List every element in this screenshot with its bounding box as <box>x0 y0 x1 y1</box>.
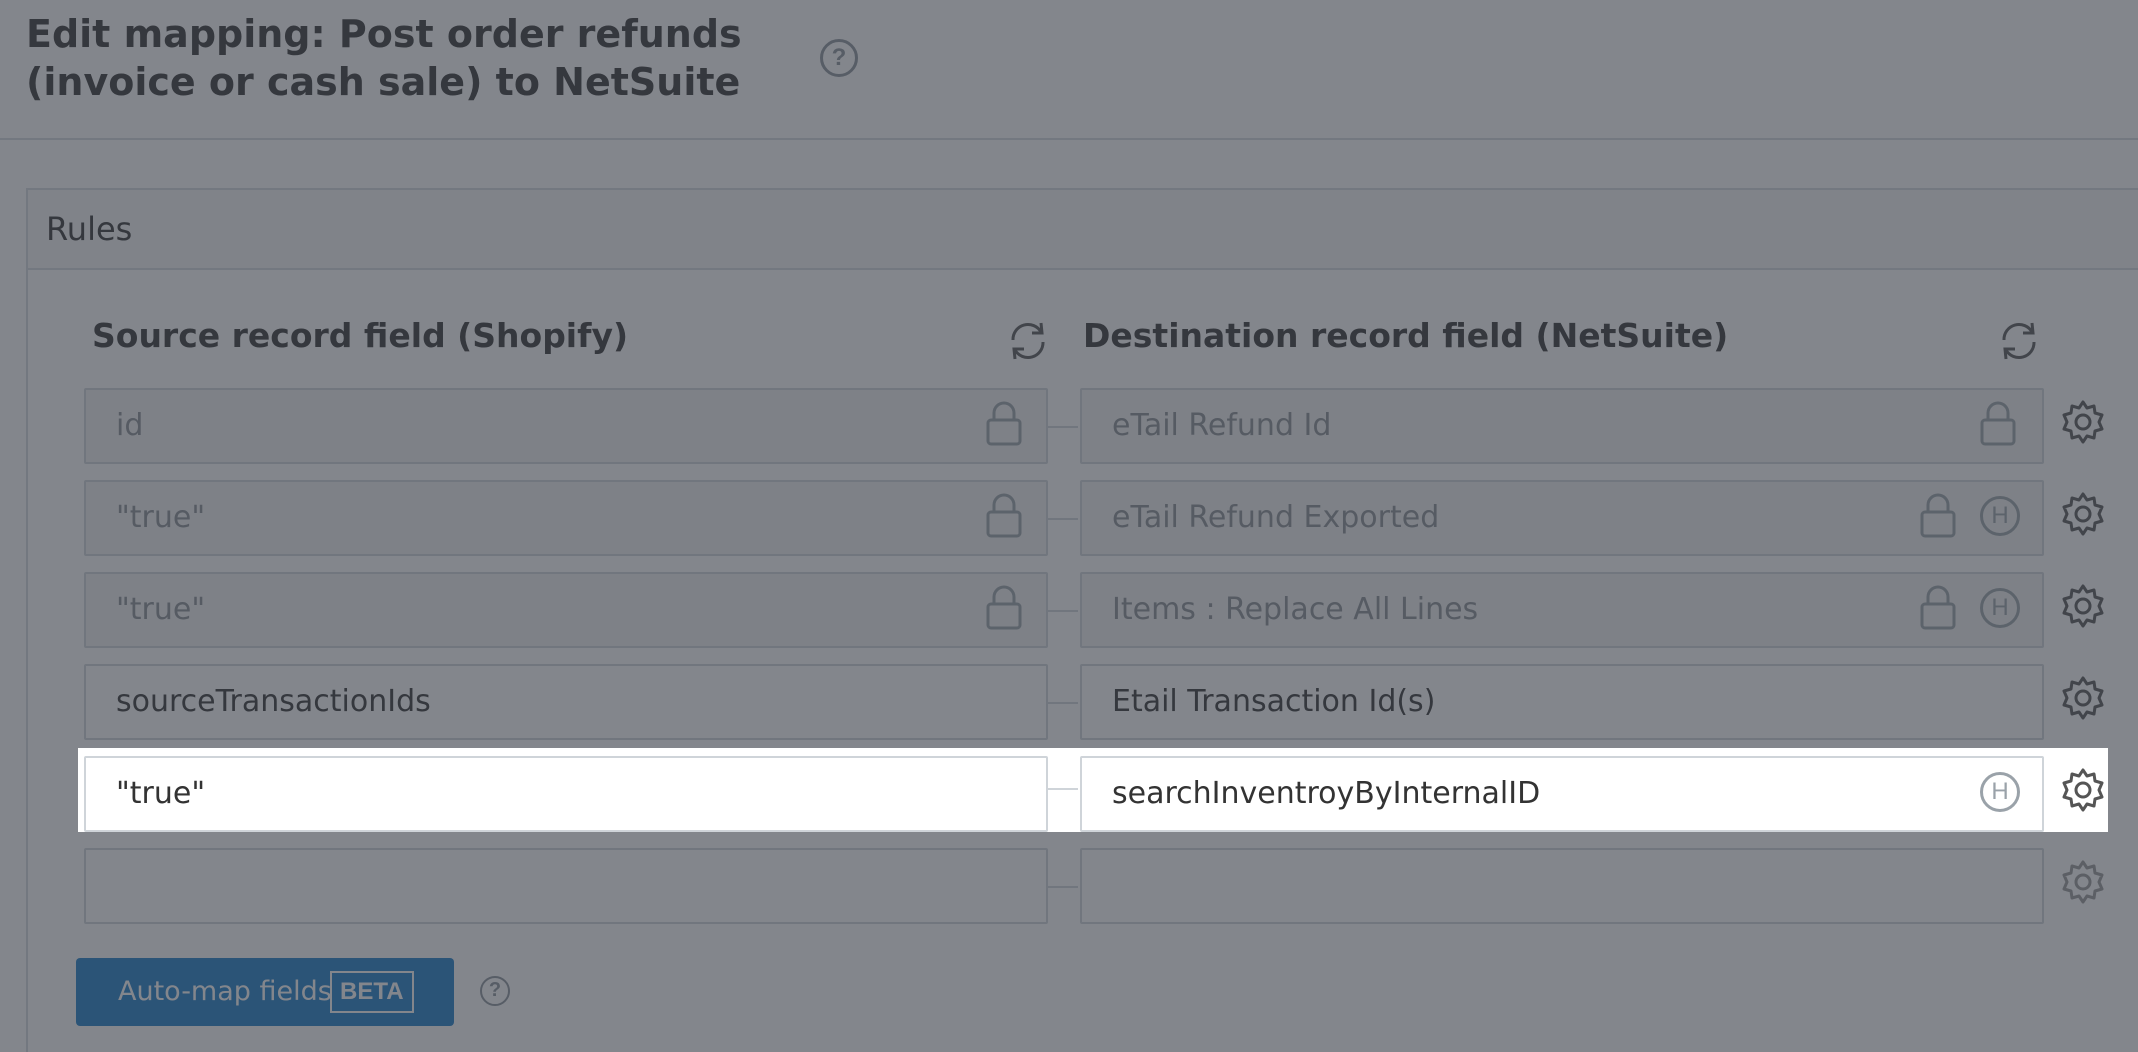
destination-field[interactable]: eTail Refund Exported H <box>1080 480 2044 556</box>
page-header: Edit mapping: Post order refunds (invoic… <box>0 0 2138 140</box>
destination-field-value: eTail Refund Id <box>1112 408 1332 443</box>
source-field-value: "true" <box>116 776 206 811</box>
destination-field-value: Etail Transaction Id(s) <box>1112 684 1436 719</box>
auto-map-label: Auto-map fields <box>118 976 332 1007</box>
help-icon[interactable]: ? <box>820 39 858 77</box>
auto-map-help-icon[interactable]: ? <box>480 976 510 1006</box>
page-title: Edit mapping: Post order refunds (invoic… <box>26 12 742 104</box>
row-connector <box>1048 702 1078 704</box>
auto-map-fields-button[interactable]: Auto-map fields BETA <box>76 958 454 1026</box>
source-field-value: "true" <box>116 500 206 535</box>
row-connector <box>1048 788 1078 790</box>
source-field[interactable]: "true" <box>84 756 1048 832</box>
lock-icon <box>986 585 1022 630</box>
destination-column-title: Destination record field (NetSuite) <box>1083 316 1729 355</box>
source-field[interactable] <box>84 848 1048 924</box>
lock-icon <box>1980 401 2016 446</box>
destination-field[interactable]: eTail Refund Id <box>1080 388 2044 464</box>
gear-icon[interactable] <box>2060 583 2106 629</box>
destination-field[interactable]: searchInventroyByInternalID H <box>1080 756 2044 832</box>
source-column-title: Source record field (Shopify) <box>92 316 629 355</box>
source-field[interactable]: "true" <box>84 572 1048 648</box>
destination-field[interactable]: Items : Replace All Lines H <box>1080 572 2044 648</box>
lock-icon <box>986 493 1022 538</box>
lock-icon <box>986 401 1022 446</box>
mapping-page: Edit mapping: Post order refunds (invoic… <box>0 0 2138 1052</box>
lock-icon <box>1920 493 1956 538</box>
destination-field[interactable] <box>1080 848 2044 924</box>
beta-badge: BETA <box>330 971 414 1013</box>
destination-field-value: eTail Refund Exported <box>1112 500 1440 535</box>
source-field[interactable]: "true" <box>84 480 1048 556</box>
lock-icon <box>1920 585 1956 630</box>
row-connector <box>1048 426 1078 428</box>
rules-title: Rules <box>46 210 133 248</box>
destination-field[interactable]: Etail Transaction Id(s) <box>1080 664 2044 740</box>
source-field[interactable]: id <box>84 388 1048 464</box>
destination-field-value: Items : Replace All Lines <box>1112 592 1479 627</box>
destination-field-value: searchInventroyByInternalID <box>1112 776 1541 811</box>
gear-icon[interactable] <box>2060 859 2106 905</box>
row-connector <box>1048 610 1078 612</box>
h-badge-icon: H <box>1980 588 2020 628</box>
h-badge-icon: H <box>1980 772 2020 812</box>
source-field-value: "true" <box>116 592 206 627</box>
row-connector <box>1048 886 1078 888</box>
rules-header: Rules <box>28 190 2138 270</box>
refresh-source-icon[interactable] <box>1005 318 1051 364</box>
source-field-value: id <box>116 408 144 443</box>
gear-icon[interactable] <box>2060 491 2106 537</box>
h-badge-icon: H <box>1980 496 2020 536</box>
refresh-destination-icon[interactable] <box>1996 318 2042 364</box>
mapping-row-5-highlighted: "true" searchInventroyByInternalID H <box>78 748 2108 832</box>
source-field-value: sourceTransactionIds <box>116 684 431 719</box>
gear-icon[interactable] <box>2060 767 2106 813</box>
gear-icon[interactable] <box>2060 675 2106 721</box>
row-connector <box>1048 518 1078 520</box>
source-field[interactable]: sourceTransactionIds <box>84 664 1048 740</box>
gear-icon[interactable] <box>2060 399 2106 445</box>
